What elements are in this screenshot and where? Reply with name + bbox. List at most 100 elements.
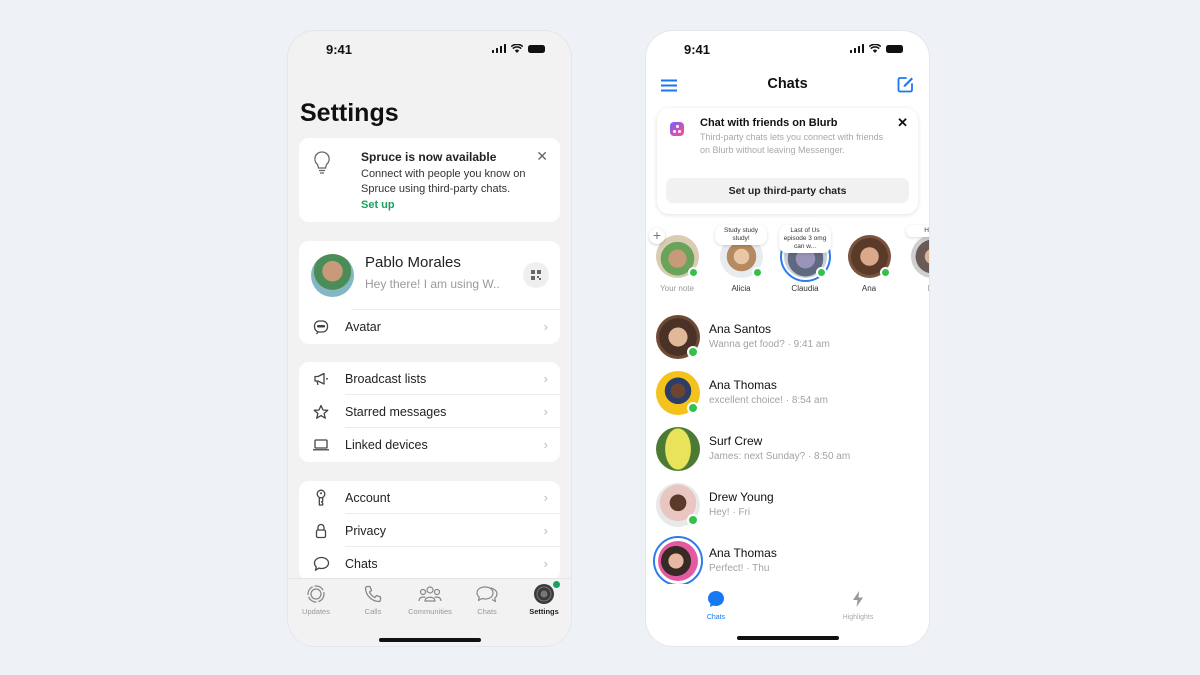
banner-title: Chat with friends on Blurb <box>700 117 838 129</box>
banner-body: Third-party chats lets you connect with … <box>700 132 884 155</box>
laptop-icon <box>312 436 330 454</box>
profile-status: Hey there! I am using W.. <box>365 277 500 291</box>
lightning-icon <box>853 591 863 607</box>
tab-label: Communities <box>408 607 452 616</box>
chat-preview: James: next Sunday? · 8:50 am <box>709 451 851 462</box>
note-bubble: Study study study! <box>715 225 767 245</box>
phone-icon <box>345 583 401 605</box>
settings-row-starred-messages[interactable]: Starred messages › <box>299 395 560 428</box>
chevron-right-icon: › <box>543 404 548 419</box>
settings-row-account[interactable]: Account › <box>299 481 560 514</box>
chats-phone-screen: 9:41 Chats Chat with friends on Blurb Th… <box>645 30 930 647</box>
settings-avatar-icon <box>516 581 571 605</box>
updates-icon <box>288 583 344 605</box>
chats-icon <box>459 583 515 605</box>
chevron-right-icon: › <box>543 437 548 452</box>
story-name: Your note <box>660 284 694 293</box>
chat-name: Ana Thomas <box>709 378 777 392</box>
online-indicator <box>688 267 699 278</box>
chat-preview: Perfect! · Thu <box>709 563 770 574</box>
tab-updates[interactable]: Updates <box>288 583 344 616</box>
megaphone-icon <box>312 370 330 388</box>
story-name: Ana <box>861 284 877 293</box>
chat-bubble-filled-icon <box>708 591 724 607</box>
settings-group-account: Account › Privacy › Chats › <box>299 481 560 581</box>
settings-row-privacy[interactable]: Privacy › <box>299 514 560 547</box>
tab-chats[interactable]: Chats <box>459 583 515 616</box>
tab-chats[interactable]: Chats <box>686 590 746 621</box>
chat-avatar <box>656 427 700 471</box>
row-label: Account <box>345 490 391 505</box>
lightbulb-icon <box>314 151 330 174</box>
story-name: Claudia <box>791 284 819 293</box>
online-indicator <box>687 514 699 526</box>
chat-list-item[interactable]: Surf Crew James: next Sunday? · 8:50 am <box>646 421 929 477</box>
story-avatar <box>911 235 929 278</box>
chat-name: Ana Santos <box>709 322 772 336</box>
tab-settings[interactable]: Settings <box>516 581 571 616</box>
settings-row-broadcast-lists[interactable]: Broadcast lists › <box>299 362 560 395</box>
story-name: Br <box>901 284 929 293</box>
home-indicator[interactable] <box>378 638 481 642</box>
chat-bubble-icon <box>312 555 330 573</box>
home-indicator[interactable] <box>736 636 839 640</box>
online-indicator <box>687 402 699 414</box>
tab-label: Highlights <box>842 614 874 621</box>
tab-label: Chats <box>477 607 497 616</box>
chat-name: Drew Young <box>709 490 774 504</box>
row-label: Linked devices <box>345 437 428 452</box>
status-bar: 9:41 <box>288 31 571 67</box>
chat-avatar <box>658 541 698 581</box>
promo-set-up-link[interactable]: Set up <box>361 199 395 211</box>
settings-phone-screen: 9:41 Settings Spruce is now available Co… <box>287 30 572 647</box>
settings-group-tools: Broadcast lists › Starred messages › Lin… <box>299 362 560 462</box>
online-indicator <box>687 346 699 358</box>
settings-row-linked-devices[interactable]: Linked devices › <box>299 428 560 461</box>
tab-communities[interactable]: Communities <box>402 583 458 616</box>
profile-name[interactable]: Pablo Morales <box>365 254 461 271</box>
online-indicator <box>752 267 763 278</box>
promo-body: Connect with people you know on Spruce u… <box>361 168 526 195</box>
online-indicator <box>880 267 891 278</box>
chat-preview: excellent choice! · 8:54 am <box>709 395 828 406</box>
page-title: Chats <box>767 76 808 92</box>
page-title: Settings <box>300 99 399 127</box>
chevron-right-icon: › <box>543 490 548 505</box>
profile-avatar[interactable] <box>311 254 354 297</box>
notification-dot <box>553 581 560 588</box>
spruce-promo-card: Spruce is now available Connect with peo… <box>299 138 560 222</box>
chevron-right-icon: › <box>543 371 548 386</box>
blurb-app-icon <box>670 122 684 136</box>
settings-row-chats[interactable]: Chats › <box>299 547 560 580</box>
row-label: Chats <box>345 556 378 571</box>
add-note-icon[interactable]: + <box>649 228 665 244</box>
settings-row-avatar[interactable]: Avatar › <box>299 310 560 343</box>
avatar-icon <box>312 318 330 336</box>
tab-label: Updates <box>302 607 330 616</box>
chat-preview: Hey! · Fri <box>709 507 751 518</box>
chat-name: Surf Crew <box>709 434 763 448</box>
chat-list-item[interactable]: Ana Santos Wanna get food? · 9:41 am <box>646 309 929 365</box>
chevron-right-icon: › <box>543 319 548 334</box>
close-icon[interactable]: ✕ <box>536 148 548 165</box>
chat-list-item[interactable]: Ana Thomas Perfect! · Thu <box>646 533 929 589</box>
tab-highlights[interactable]: Highlights <box>828 590 888 621</box>
chat-list-item[interactable]: Ana Thomas excellent choice! · 8:54 am <box>646 365 929 421</box>
note-bubble: Hang <box>906 225 929 237</box>
key-icon <box>312 489 330 507</box>
promo-title: Spruce is now available <box>361 150 497 164</box>
battery-icon <box>528 44 545 53</box>
chevron-right-icon: › <box>543 556 548 571</box>
tab-label: Settings <box>529 607 559 616</box>
battery-icon <box>886 44 903 53</box>
chat-list-item[interactable]: Drew Young Hey! · Fri <box>646 477 929 533</box>
tab-calls[interactable]: Calls <box>345 583 401 616</box>
chat-preview: Wanna get food? · 9:41 am <box>709 339 830 350</box>
qr-code-button[interactable] <box>523 262 549 288</box>
compose-icon[interactable] <box>897 76 914 93</box>
communities-icon <box>402 583 458 605</box>
close-icon[interactable]: ✕ <box>897 115 908 131</box>
set-up-third-party-chats-button[interactable]: Set up third-party chats <box>666 178 909 203</box>
chevron-right-icon: › <box>543 523 548 538</box>
qr-code-icon <box>531 270 541 280</box>
